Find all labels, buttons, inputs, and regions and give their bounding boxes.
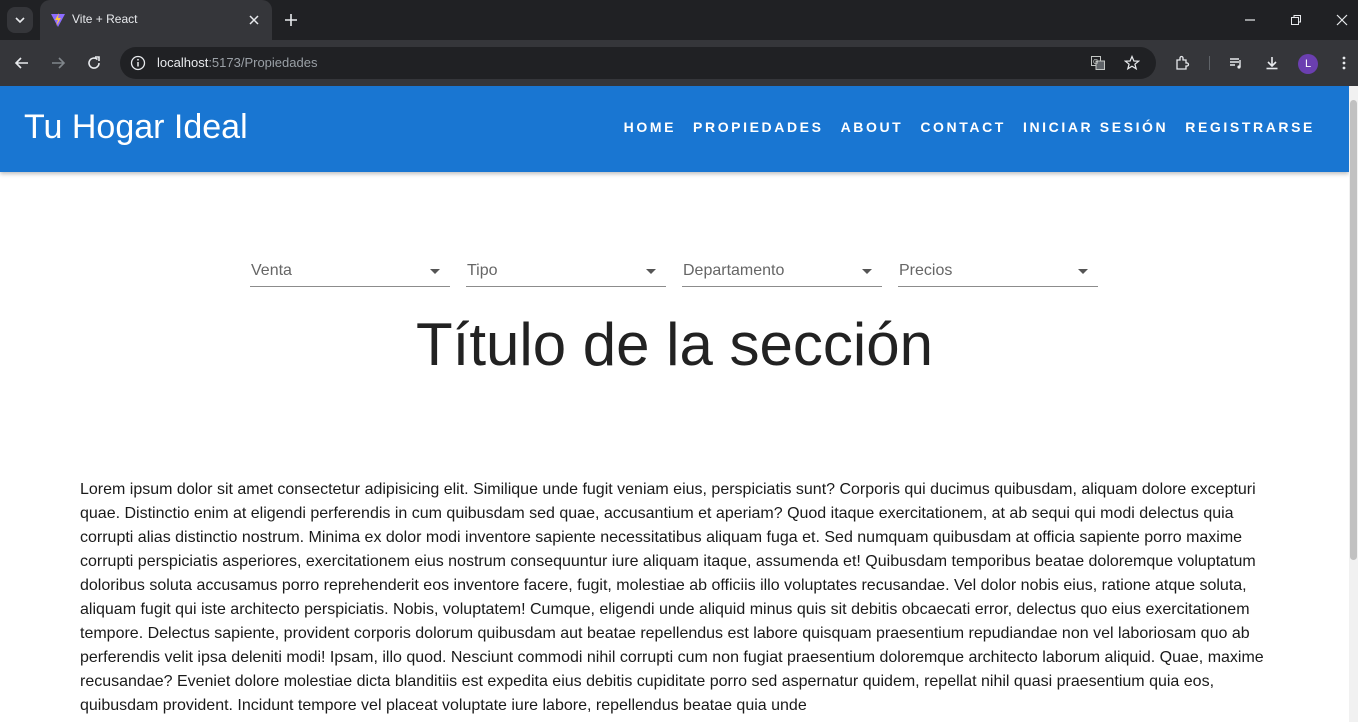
app-header: Tu Hogar Ideal HOME PROPIEDADES ABOUT CO… — [0, 86, 1349, 172]
url-text: localhost:5173/Propiedades — [157, 55, 317, 70]
venta-select[interactable]: Venta — [250, 254, 450, 287]
section-title: Título de la sección — [416, 311, 933, 378]
menu-icon[interactable] — [1336, 55, 1352, 71]
precios-select[interactable]: Precios — [898, 254, 1098, 287]
venta-select-label: Venta — [251, 262, 292, 279]
window-close-icon[interactable] — [1334, 12, 1350, 28]
extensions-icon[interactable] — [1174, 55, 1190, 71]
media-icon[interactable] — [1228, 55, 1244, 71]
browser-toolbar: localhost:5173/Propiedades G — [0, 40, 1358, 86]
browser-tab-strip: Vite + React — [0, 0, 1358, 40]
restore-icon[interactable] — [1288, 12, 1304, 28]
page-viewport: Tu Hogar Ideal HOME PROPIEDADES ABOUT CO… — [0, 86, 1358, 722]
tipo-select[interactable]: Tipo — [466, 254, 666, 287]
scrollbar-thumb[interactable] — [1350, 100, 1357, 560]
brand-title[interactable]: Tu Hogar Ideal — [24, 108, 248, 147]
svg-text:G: G — [1093, 59, 1098, 66]
chevron-down-icon — [862, 269, 872, 274]
body-paragraph: Lorem ipsum dolor sit amet consectetur a… — [80, 481, 1264, 714]
tab-search-icon — [15, 17, 25, 24]
reload-icon[interactable] — [86, 55, 102, 71]
precios-select-label: Precios — [899, 262, 953, 279]
translate-icon[interactable]: G — [1090, 55, 1106, 71]
tab-search-button[interactable] — [7, 7, 33, 33]
nav-about[interactable]: ABOUT — [841, 119, 904, 135]
chevron-down-icon — [646, 269, 656, 274]
url-path: :5173/Propiedades — [208, 55, 318, 70]
nav-home[interactable]: HOME — [624, 119, 676, 135]
forward-icon[interactable] — [50, 55, 66, 71]
vite-favicon-icon — [51, 13, 65, 27]
nav-iniciar-sesion[interactable]: INICIAR SESIÓN — [1023, 119, 1168, 135]
chevron-down-icon — [430, 269, 440, 274]
url-host: localhost — [157, 55, 209, 70]
departamento-select[interactable]: Departamento — [682, 254, 882, 287]
page-scrollbar[interactable] — [1349, 86, 1358, 722]
browser-tab[interactable]: Vite + React — [40, 0, 272, 40]
back-icon[interactable] — [14, 55, 30, 71]
close-icon[interactable] — [246, 12, 262, 28]
star-icon[interactable] — [1124, 55, 1140, 71]
new-tab-icon[interactable] — [283, 12, 299, 28]
address-bar[interactable]: localhost:5173/Propiedades G — [120, 47, 1156, 79]
download-icon[interactable] — [1264, 55, 1280, 71]
tab-title: Vite + React — [72, 12, 138, 26]
departamento-select-label: Departamento — [683, 262, 785, 279]
tipo-select-label: Tipo — [467, 262, 498, 279]
nav-contact[interactable]: CONTACT — [920, 119, 1006, 135]
info-icon[interactable] — [130, 55, 146, 71]
profile-avatar[interactable]: L — [1298, 54, 1318, 74]
nav-registrarse[interactable]: REGISTRARSE — [1185, 119, 1315, 135]
main-nav: HOME PROPIEDADES ABOUT CONTACT INICIAR S… — [624, 119, 1315, 135]
nav-propiedades[interactable]: PROPIEDADES — [693, 119, 824, 135]
chevron-down-icon — [1078, 269, 1088, 274]
minimize-icon[interactable] — [1242, 12, 1258, 28]
toolbar-divider — [1209, 56, 1210, 70]
filter-bar: Venta Tipo Departamento Precios — [250, 254, 1098, 287]
